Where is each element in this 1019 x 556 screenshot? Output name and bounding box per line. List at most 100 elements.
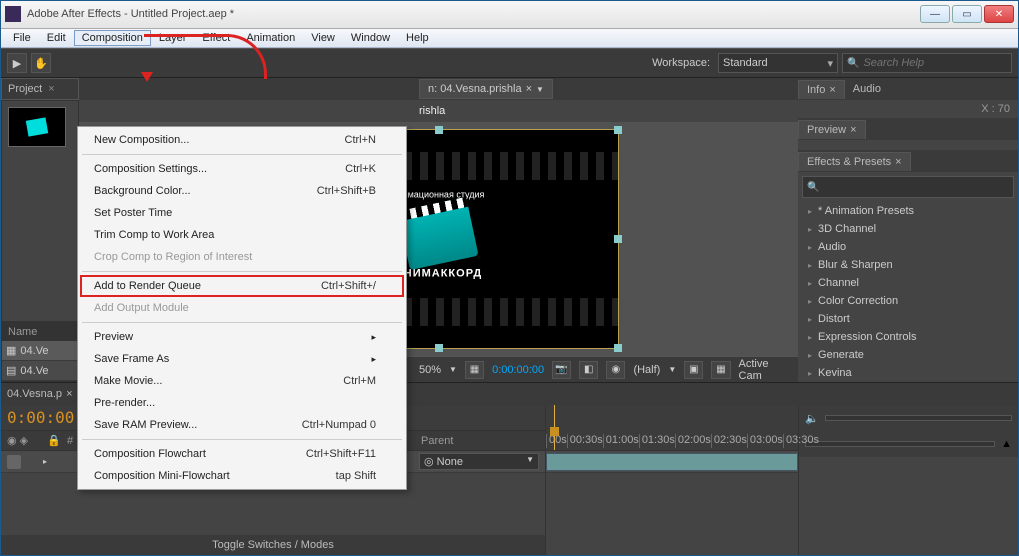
- slate-logo-icon: [398, 197, 479, 270]
- menu-help[interactable]: Help: [398, 30, 437, 46]
- effects-list: * Animation Presets3D ChannelAudioBlur &…: [798, 202, 1018, 382]
- effects-category[interactable]: Expression Controls: [798, 328, 1018, 346]
- search-help-input[interactable]: [863, 57, 1007, 69]
- project-item[interactable]: ▤ 04.Ve: [2, 361, 78, 381]
- project-thumbnail[interactable]: [8, 107, 66, 147]
- workspace-select[interactable]: Standard: [718, 53, 838, 73]
- hand-tool-icon[interactable]: ✋: [31, 53, 51, 73]
- project-thumbnail-area: [1, 100, 79, 322]
- viewer-option-icon[interactable]: ▦: [711, 361, 730, 379]
- info-body: X : 70: [798, 100, 1018, 118]
- menu-item[interactable]: Save Frame As: [80, 348, 404, 370]
- workspace-label: Workspace:: [652, 57, 710, 69]
- clip[interactable]: [546, 453, 798, 471]
- mountain-icon[interactable]: ▲: [1001, 438, 1012, 450]
- project-panel: Project × Name ▦ 04.Ve ▤ 04.Ve: [1, 78, 79, 382]
- menu-item[interactable]: Background Color...Ctrl+Shift+B: [80, 180, 404, 202]
- visibility-toggle-icon[interactable]: [7, 455, 21, 469]
- minimize-button[interactable]: —: [920, 5, 950, 23]
- thumbnail-icon: [26, 117, 48, 136]
- selection-tool-icon[interactable]: ▶: [7, 53, 27, 73]
- playhead[interactable]: [554, 405, 555, 450]
- zoom-value[interactable]: 50%: [419, 364, 441, 376]
- slider[interactable]: [805, 441, 995, 447]
- menu-item[interactable]: New Composition...Ctrl+N: [80, 129, 404, 151]
- chevron-down-icon[interactable]: ▼: [536, 85, 544, 94]
- menu-item[interactable]: Preview: [80, 326, 404, 348]
- menu-animation[interactable]: Animation: [238, 30, 303, 46]
- transform-handle[interactable]: [614, 126, 622, 134]
- effects-presets-tab[interactable]: Effects & Presets ×: [798, 152, 911, 171]
- track[interactable]: [546, 451, 798, 473]
- viewer-tab[interactable]: n: 04.Vesna.prishla × ▼: [419, 79, 553, 99]
- viewer-tabs: n: 04.Vesna.prishla × ▼: [79, 78, 798, 100]
- transform-handle[interactable]: [614, 344, 622, 352]
- menubar: FileEditCompositionLayerEffectAnimationV…: [1, 29, 1018, 49]
- toolbar: ▶ ✋ Workspace: Standard: [1, 48, 1018, 78]
- project-list: Name ▦ 04.Ve ▤ 04.Ve: [1, 322, 79, 382]
- name-column-header[interactable]: Name: [2, 323, 78, 341]
- menu-item: Add Output Module: [80, 297, 404, 319]
- grid-icon[interactable]: ▦: [465, 361, 484, 379]
- titlebar: Adobe After Effects - Untitled Project.a…: [1, 1, 1018, 29]
- viewer-option-icon[interactable]: ▣: [684, 361, 703, 379]
- preview-tab[interactable]: Preview ×: [798, 120, 866, 139]
- composition-menu-dropdown: New Composition...Ctrl+N Composition Sett…: [77, 126, 407, 490]
- info-tab[interactable]: Info ×: [798, 80, 845, 99]
- window-title: Adobe After Effects - Untitled Project.a…: [27, 8, 920, 20]
- region-icon[interactable]: ◧: [579, 361, 598, 379]
- menu-item[interactable]: Pre-render...: [80, 392, 404, 414]
- search-help[interactable]: [842, 53, 1012, 73]
- menu-view[interactable]: View: [303, 30, 343, 46]
- slider[interactable]: [825, 415, 1012, 421]
- menu-file[interactable]: File: [5, 30, 39, 46]
- menu-item[interactable]: Composition Settings...Ctrl+K: [80, 158, 404, 180]
- audio-tab[interactable]: Audio: [845, 80, 889, 98]
- menu-window[interactable]: Window: [343, 30, 398, 46]
- transform-handle[interactable]: [435, 344, 443, 352]
- menu-composition[interactable]: Composition: [74, 30, 151, 46]
- effects-category[interactable]: * Animation Presets: [798, 202, 1018, 220]
- viewer-breadcrumb[interactable]: rishla: [79, 100, 798, 122]
- timeline-right-panel: 🔈 ▲: [798, 405, 1018, 555]
- workspace: Project × Name ▦ 04.Ve ▤ 04.Ve n: 04.Ves…: [1, 78, 1018, 382]
- effects-category[interactable]: Generate: [798, 346, 1018, 364]
- maximize-button[interactable]: ▭: [952, 5, 982, 23]
- project-item[interactable]: ▦ 04.Ve: [2, 341, 78, 361]
- close-icon[interactable]: ×: [48, 83, 54, 95]
- menu-item[interactable]: Save RAM Preview...Ctrl+Numpad 0: [80, 414, 404, 436]
- menu-item[interactable]: Composition FlowchartCtrl+Shift+F11: [80, 443, 404, 465]
- menu-effect[interactable]: Effect: [194, 30, 238, 46]
- project-tab[interactable]: Project ×: [1, 78, 79, 100]
- channel-icon[interactable]: ◉: [606, 361, 625, 379]
- timeline-tracks[interactable]: 00s00:30s01:00s01:30s02:00s02:30s03:00s0…: [546, 405, 798, 555]
- effects-category[interactable]: Color Correction: [798, 292, 1018, 310]
- effects-category[interactable]: Blur & Sharpen: [798, 256, 1018, 274]
- effects-category[interactable]: Distort: [798, 310, 1018, 328]
- effects-category[interactable]: Audio: [798, 238, 1018, 256]
- camera-icon[interactable]: 📷: [552, 361, 571, 379]
- resolution-value[interactable]: (Half): [633, 364, 660, 376]
- menu-item[interactable]: Set Poster Time: [80, 202, 404, 224]
- transform-handle[interactable]: [614, 235, 622, 243]
- close-button[interactable]: ✕: [984, 5, 1014, 23]
- close-icon[interactable]: ×: [526, 83, 532, 95]
- menu-item[interactable]: Add to Render QueueCtrl+Shift+/: [80, 275, 404, 297]
- effects-category[interactable]: 3D Channel: [798, 220, 1018, 238]
- current-time[interactable]: 0:00:00:00: [492, 364, 544, 376]
- parent-select[interactable]: ◎ None▼: [419, 453, 539, 470]
- time-ruler[interactable]: 00s00:30s01:00s01:30s02:00s02:30s03:00s0…: [546, 405, 798, 451]
- effects-category[interactable]: Kevina: [798, 364, 1018, 382]
- toggle-switches-button[interactable]: Toggle Switches / Modes: [212, 539, 334, 551]
- transform-handle[interactable]: [435, 126, 443, 134]
- menu-item[interactable]: Make Movie...Ctrl+M: [80, 370, 404, 392]
- active-camera[interactable]: Active Cam: [739, 358, 793, 382]
- effects-category[interactable]: Channel: [798, 274, 1018, 292]
- menu-item[interactable]: Composition Mini-Flowcharttap Shift: [80, 465, 404, 487]
- chevron-right-icon[interactable]: ▸: [43, 457, 47, 466]
- effects-search[interactable]: [802, 176, 1014, 198]
- sound-icon[interactable]: 🔈: [805, 412, 819, 425]
- menu-layer[interactable]: Layer: [151, 30, 195, 46]
- menu-item[interactable]: Trim Comp to Work Area: [80, 224, 404, 246]
- menu-edit[interactable]: Edit: [39, 30, 74, 46]
